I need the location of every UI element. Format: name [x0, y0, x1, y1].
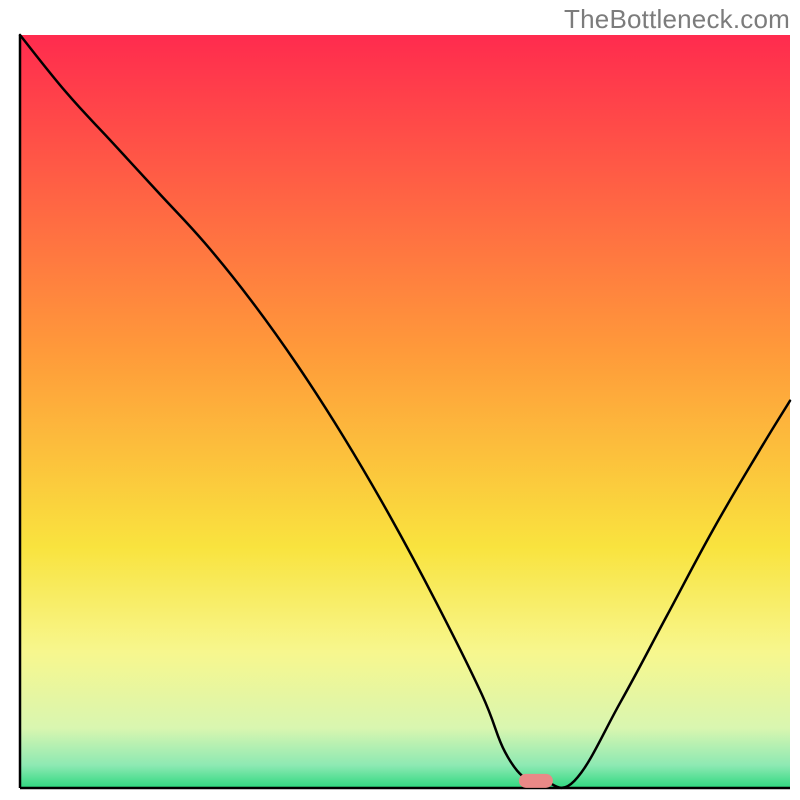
plot-area [20, 35, 790, 788]
chart-frame: TheBottleneck.com [0, 0, 800, 800]
optimal-marker [519, 774, 553, 788]
bottleneck-chart [0, 0, 800, 800]
